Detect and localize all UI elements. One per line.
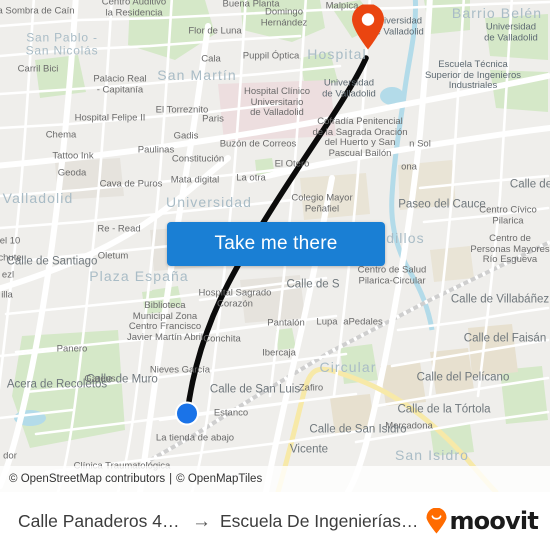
moovit-route-screen: a Sombra de Caín Centro Auditivo la Resid… [0,0,550,550]
osm-attribution-text: OpenStreetMap contributors [20,473,166,485]
take-me-there-button[interactable]: Take me there [167,222,385,266]
map-attribution: © OpenStreetMap contributors | © OpenMap… [0,466,550,492]
osm-copyright-symbol: © [9,473,18,485]
osm-attribution-link[interactable]: © OpenStreetMap contributors [9,473,165,485]
moovit-pin-icon [426,508,447,534]
moovit-wordmark: moovit [449,507,538,535]
route-origin-label: Calle Panaderos 42 E... [18,510,183,531]
maptiles-copyright-symbol: © [176,473,185,485]
maptiles-attribution-text: OpenMapTiles [187,473,263,485]
map-canvas[interactable]: a Sombra de Caín Centro Auditivo la Resid… [0,0,550,492]
moovit-logo[interactable]: moovit [426,507,539,535]
arrow-right-icon: → [191,510,211,532]
route-footer-bar: Calle Panaderos 42 E... → Escuela De Ing… [0,492,550,550]
origin-marker[interactable] [173,400,201,433]
destination-marker[interactable] [351,3,385,56]
route-destination-label: Escuela De Ingenierías Ind... [219,510,421,531]
attribution-separator: | [169,473,173,485]
maptiles-attribution-link[interactable]: © OpenMapTiles [176,473,262,485]
route-summary[interactable]: Calle Panaderos 42 E... → Escuela De Ing… [18,511,420,532]
